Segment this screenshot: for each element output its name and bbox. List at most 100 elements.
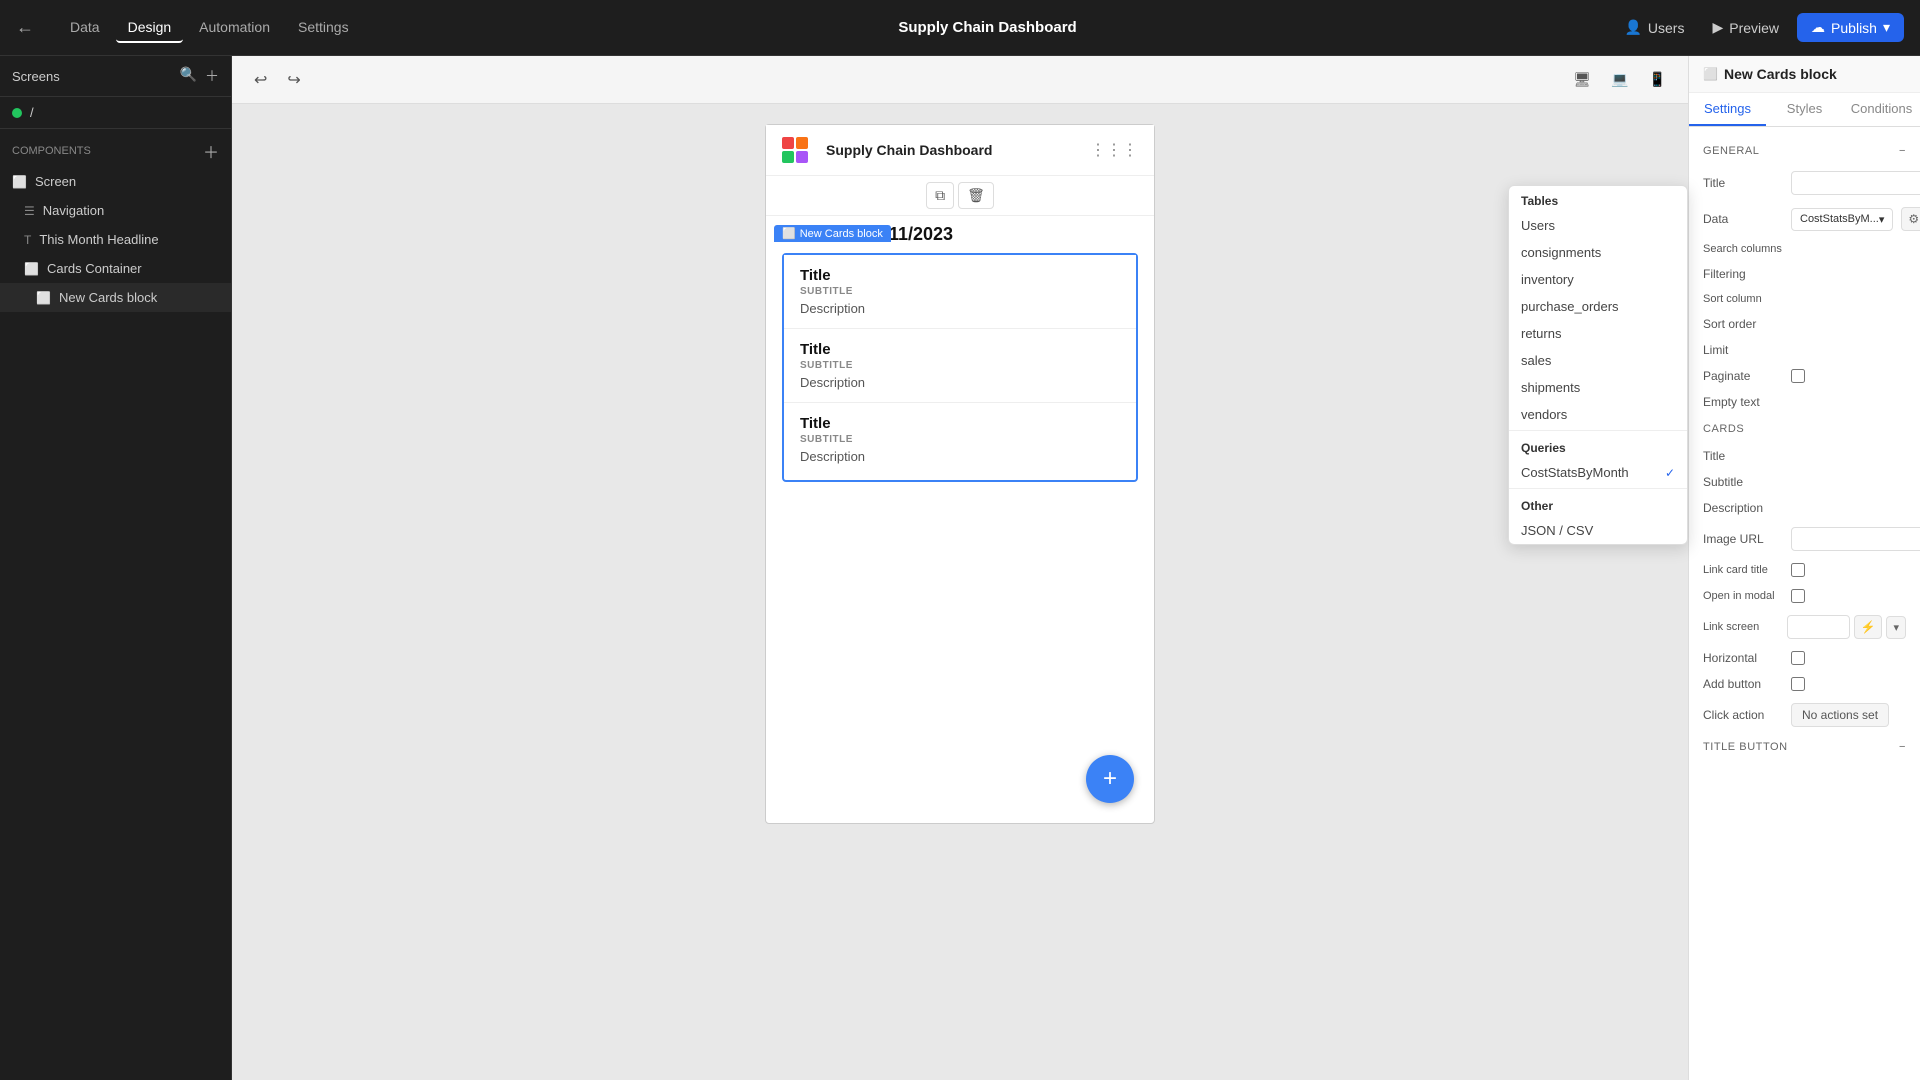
general-collapse-icon[interactable]: −	[1899, 145, 1906, 157]
queries-section-label: Queries	[1509, 433, 1687, 459]
publish-button[interactable]: ☁ Publish ▾	[1797, 13, 1904, 42]
search-icon[interactable]: 🔍	[180, 66, 197, 86]
canvas-toolbar-left: ↩ ↪	[248, 66, 307, 94]
viewport-desktop-button[interactable]: 🖥	[1567, 67, 1597, 92]
dropdown-item-json-csv[interactable]: JSON / CSV	[1509, 517, 1687, 544]
tab-settings[interactable]: Settings	[1689, 93, 1766, 126]
cards-selection-border[interactable]: Title SUBTITLE Description Title SUBTITL…	[782, 253, 1138, 482]
card-subtitle-3: SUBTITLE	[800, 434, 1120, 445]
dropdown-item-cost-stats-label: CostStatsByMonth	[1521, 465, 1629, 480]
data-select-chevron: ▾	[1879, 213, 1885, 226]
dropdown-item-cost-stats[interactable]: CostStatsByMonth ✓	[1509, 459, 1687, 486]
link-screen-input[interactable]	[1787, 615, 1850, 639]
card-description-1: Description	[800, 301, 1120, 316]
dropdown-item-consignments-label: consignments	[1521, 245, 1601, 260]
phone-header: Supply Chain Dashboard ⋮⋮⋮	[766, 125, 1154, 176]
settings-content: GENERAL − Title ⚡ Data CostStatsByM... ▾…	[1689, 127, 1920, 1080]
add-screen-icon[interactable]: ＋	[205, 66, 219, 86]
phone-content: ⧉ 🗑 This Month: 11/2023 ⬜ New Cards bloc…	[766, 176, 1154, 506]
dropdown-item-users[interactable]: Users	[1509, 212, 1687, 239]
logo-sq4	[796, 151, 808, 163]
title-button-section-header: TITLE BUTTON −	[1689, 733, 1920, 761]
title-input[interactable]	[1791, 171, 1920, 195]
copy-button[interactable]: ⧉	[926, 182, 954, 209]
undo-button[interactable]: ↩	[248, 66, 273, 94]
users-button[interactable]: 👤 Users	[1614, 13, 1694, 42]
card-item-2: Title SUBTITLE Description	[784, 329, 1136, 403]
dropdown-item-returns[interactable]: returns	[1509, 320, 1687, 347]
back-button[interactable]: ←	[16, 17, 34, 38]
dropdown-item-users-label: Users	[1521, 218, 1555, 233]
dropdown-divider-1	[1509, 430, 1687, 431]
sidebar-item-cards-container[interactable]: ⬜ Cards Container	[0, 254, 231, 283]
add-button-checkbox[interactable]	[1791, 677, 1805, 691]
add-component-icon[interactable]: ＋	[203, 139, 219, 163]
sidebar-item-screen[interactable]: ⬜ Screen	[0, 167, 231, 196]
click-action-button[interactable]: No actions set	[1791, 703, 1889, 727]
sidebar-item-navigation[interactable]: ☰ Navigation	[0, 196, 231, 225]
title-button-collapse-icon[interactable]: −	[1899, 741, 1906, 753]
cards-section-header: CARDS	[1689, 415, 1920, 443]
card-subtitle-1: SUBTITLE	[800, 286, 1120, 297]
delete-button[interactable]: 🗑	[958, 182, 994, 209]
preview-icon: ▶	[1712, 19, 1723, 36]
nav-tab-design[interactable]: Design	[116, 13, 184, 43]
dropdown-item-purchase-orders[interactable]: purchase_orders	[1509, 293, 1687, 320]
dots-icon[interactable]: ⋮⋮⋮	[1090, 142, 1138, 159]
phone-frame: Supply Chain Dashboard ⋮⋮⋮ ⧉ 🗑 This Mont…	[765, 124, 1155, 824]
component-label-bar: ⬜ New Cards block	[774, 225, 891, 242]
nav-tab-data[interactable]: Data	[58, 13, 112, 43]
logo-sq3	[782, 151, 794, 163]
link-screen-arrow-button[interactable]: ▾	[1886, 616, 1906, 639]
nav-tab-settings[interactable]: Settings	[286, 13, 361, 43]
add-button-label: Add button	[1703, 677, 1783, 691]
sidebar-item-headline[interactable]: T This Month Headline	[0, 225, 231, 254]
dropdown-item-shipments-label: shipments	[1521, 380, 1580, 395]
sidebar-header: Screens 🔍 ＋	[0, 56, 231, 97]
data-select[interactable]: CostStatsByM... ▾	[1791, 208, 1893, 231]
redo-button[interactable]: ↪	[281, 66, 306, 94]
link-card-title-checkbox[interactable]	[1791, 563, 1805, 577]
sidebar-root-item[interactable]: /	[0, 97, 231, 129]
dropdown-item-inventory-label: inventory	[1521, 272, 1574, 287]
cards-title-row: Title	[1689, 443, 1920, 469]
dropdown-item-consignments[interactable]: consignments	[1509, 239, 1687, 266]
horizontal-checkbox[interactable]	[1791, 651, 1805, 665]
nav-tabs: Data Design Automation Settings	[58, 13, 361, 43]
fab-button[interactable]: +	[1086, 755, 1134, 803]
viewport-mobile-button[interactable]: 📱	[1643, 67, 1672, 92]
link-screen-lightning-button[interactable]: ⚡	[1854, 615, 1883, 639]
settings-tabs: Settings Styles Conditions	[1689, 93, 1920, 127]
open-in-modal-label: Open in modal	[1703, 590, 1783, 602]
sidebar-item-new-cards-block[interactable]: ⬜ New Cards block	[0, 283, 231, 312]
paginate-label: Paginate	[1703, 369, 1783, 383]
dropdown-item-sales[interactable]: sales	[1509, 347, 1687, 374]
image-url-input[interactable]	[1791, 527, 1920, 551]
other-section-label: Other	[1509, 491, 1687, 517]
tab-styles[interactable]: Styles	[1766, 93, 1843, 126]
open-in-modal-checkbox[interactable]	[1791, 589, 1805, 603]
copy-delete-bar: ⧉ 🗑	[766, 176, 1154, 216]
dropdown-item-vendors[interactable]: vendors	[1509, 401, 1687, 428]
dropdown-item-shipments[interactable]: shipments	[1509, 374, 1687, 401]
nav-tab-automation[interactable]: Automation	[187, 13, 282, 43]
data-gear-button[interactable]: ⚙	[1901, 207, 1920, 231]
cards-container-icon: ⬜	[24, 262, 39, 276]
tab-conditions[interactable]: Conditions	[1843, 93, 1920, 126]
general-section-header: GENERAL −	[1689, 137, 1920, 165]
preview-button[interactable]: ▶ Preview	[1702, 13, 1789, 42]
title-field-label: Title	[1703, 176, 1783, 190]
card-title-2: Title	[800, 341, 1120, 358]
screens-label: Screens	[12, 69, 60, 84]
canvas-area: ↩ ↪ 🖥 💻 📱	[232, 56, 1688, 1080]
data-row: Data CostStatsByM... ▾ ⚙	[1689, 201, 1920, 237]
paginate-checkbox[interactable]	[1791, 369, 1805, 383]
dropdown-item-inventory[interactable]: inventory	[1509, 266, 1687, 293]
cards-subtitle-row: Subtitle	[1689, 469, 1920, 495]
link-screen-row: Link screen ⚡ ▾	[1689, 609, 1920, 645]
data-dropdown-menu[interactable]: Tables Users consignments inventory purc…	[1508, 185, 1688, 545]
cards-label: CARDS	[1703, 423, 1744, 435]
headline-label: This Month Headline	[39, 232, 158, 247]
dropdown-item-returns-label: returns	[1521, 326, 1561, 341]
viewport-tablet-button[interactable]: 💻	[1605, 67, 1634, 92]
